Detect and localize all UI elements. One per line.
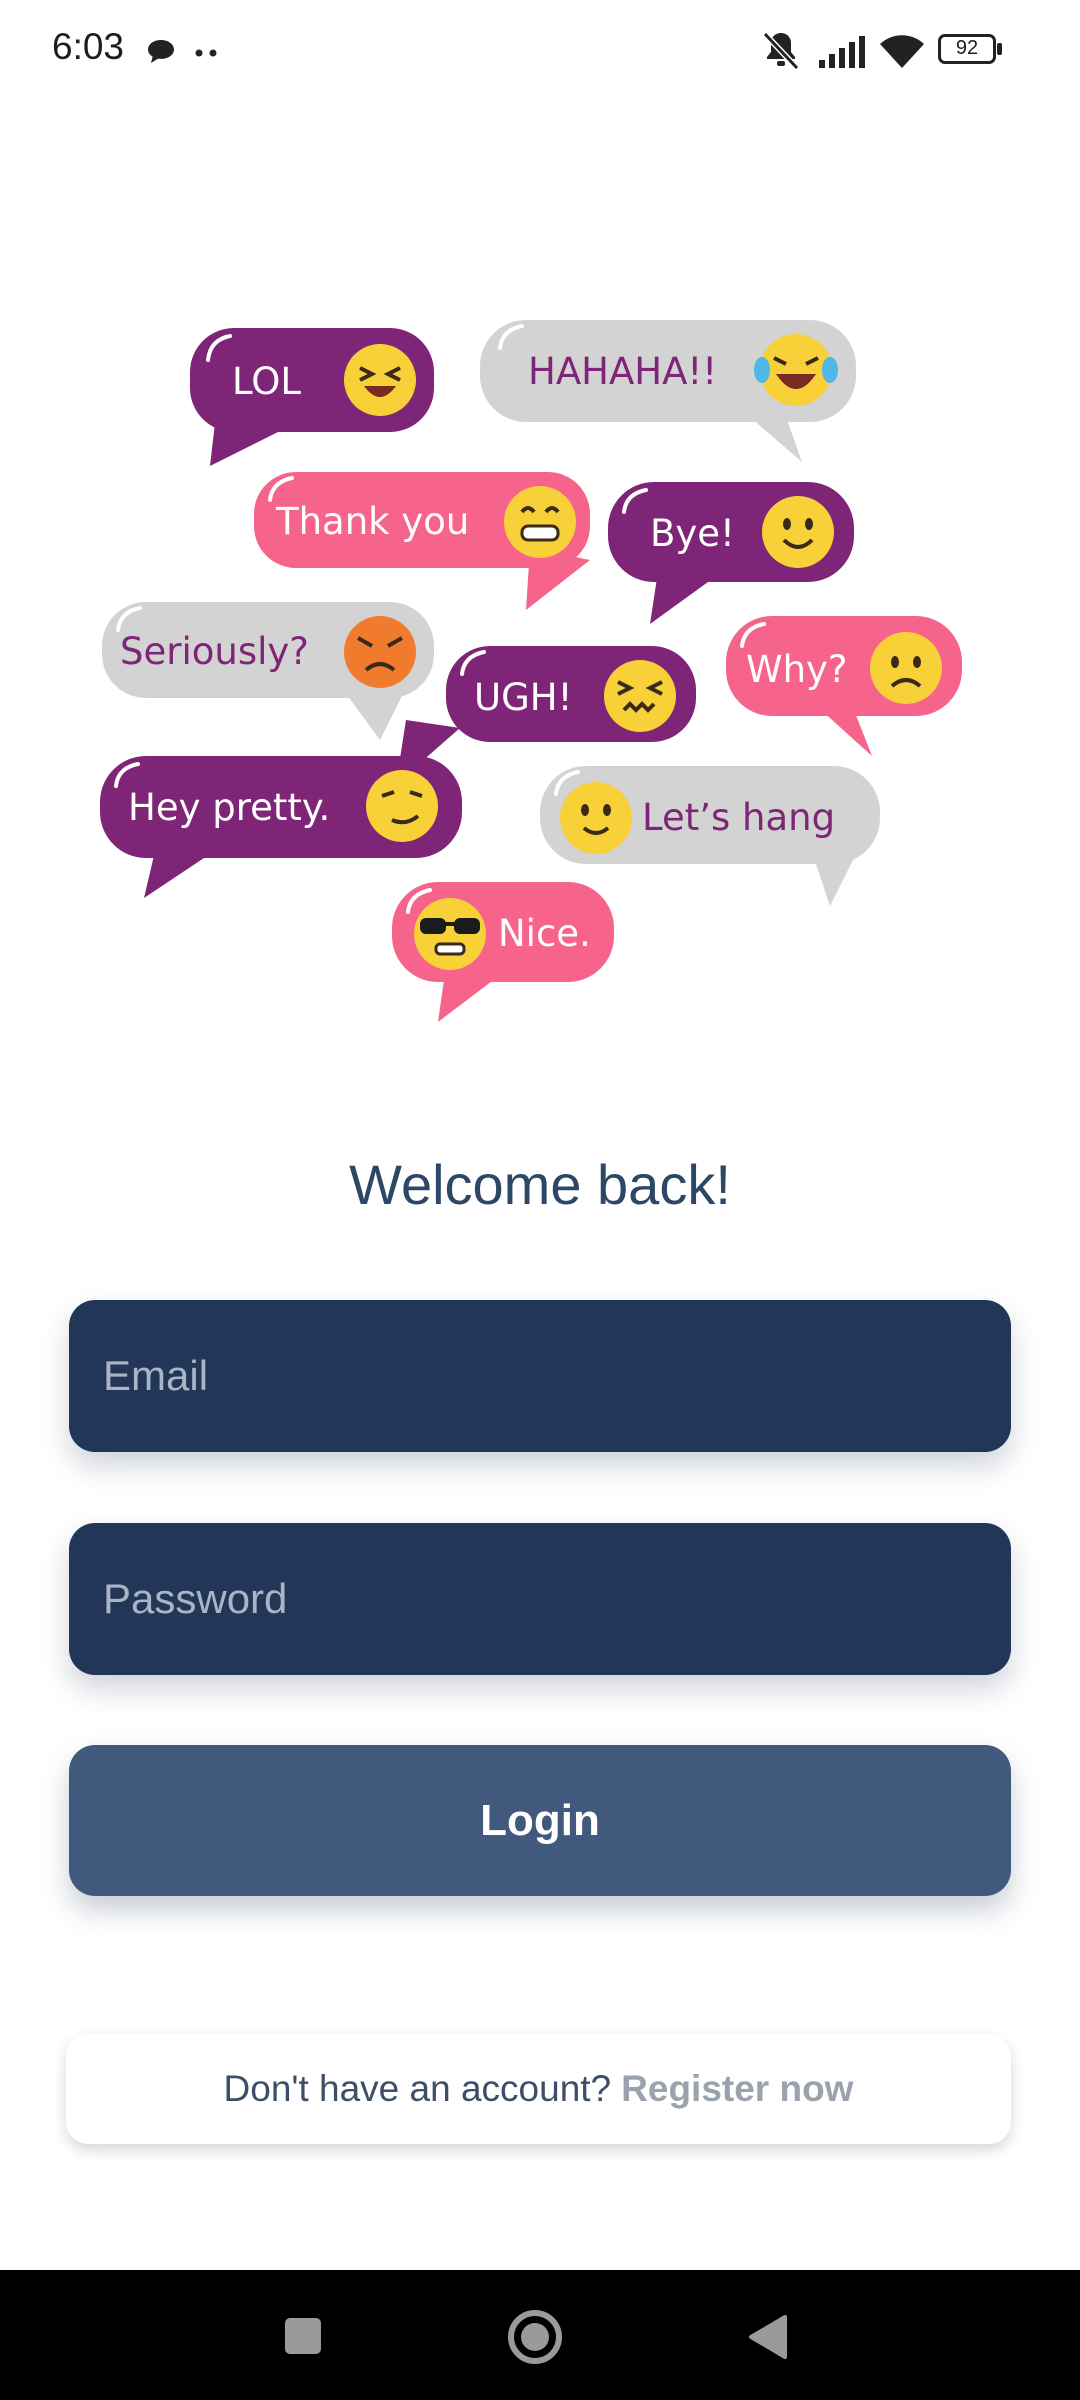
bubble-hey-pretty: Hey pretty. [100,756,462,898]
sunglasses-face-icon [414,898,486,970]
bubble-seriously: Seriously? [102,602,434,740]
welcome-title: Welcome back! [349,1153,731,1216]
bubble-label: Thank you [275,500,469,543]
back-icon[interactable] [747,2314,789,2360]
signal-icon [819,36,865,68]
bubble-label: Why? [746,648,848,691]
bubble-label: Seriously? [120,630,309,673]
bubble-lets-hang: Let’s hang [540,766,880,906]
angry-face-icon [344,616,416,688]
bubble-hahaha: HAHAHA!! [480,320,856,462]
bubble-label: Hey pretty. [128,786,330,829]
worried-face-icon [870,632,942,704]
battery-icon: 92 [938,34,1004,66]
flirty-face-icon [366,770,438,842]
bubble-label: Nice. [498,912,591,955]
tired-face-icon [604,660,676,732]
laughing-face-icon [344,344,416,416]
recent-apps-icon[interactable] [283,2316,323,2356]
bubble-nice: Nice. [392,882,614,1022]
bubble-label: Bye! [650,512,735,555]
bubble-lol: LOL [190,328,434,466]
bubble-thank-you: Thank you [254,472,590,610]
more-dots-icon [195,49,217,57]
register-prompt-text: Don't have an account? [223,2068,612,2109]
bubble-bye: Bye! [608,482,854,624]
bubble-ugh: UGH! [396,646,696,784]
password-input[interactable] [69,1523,1011,1675]
register-now-link[interactable]: Register now [621,2068,853,2110]
bubble-label: HAHAHA!! [528,350,717,393]
register-prompt-card: Don't have an account? Register now [66,2034,1011,2144]
password-field[interactable] [69,1523,1011,1675]
chat-notification-icon [148,40,174,63]
bubble-label: UGH! [474,676,572,719]
bubble-label: Let’s hang [642,796,835,839]
bubble-why: Why? [726,616,962,756]
login-button[interactable]: Login [69,1745,1011,1896]
smiling-face-icon [762,496,834,568]
smiling-face-icon [560,782,632,854]
mute-icon [762,31,800,71]
email-input[interactable] [69,1300,1011,1452]
status-time: 6:03 [52,26,125,67]
wifi-icon [880,35,924,68]
home-icon[interactable] [507,2309,563,2365]
chat-bubbles-illustration: LOL HAHAHA!! Thank you Bye! Seriously? U… [100,320,962,1022]
battery-level: 92 [955,37,979,59]
email-field[interactable] [69,1300,1011,1452]
status-bar: 6:03 92 [0,0,1080,105]
bubble-label: LOL [232,360,301,403]
grinning-face-icon [504,486,576,558]
navigation-bar [0,2270,1080,2400]
